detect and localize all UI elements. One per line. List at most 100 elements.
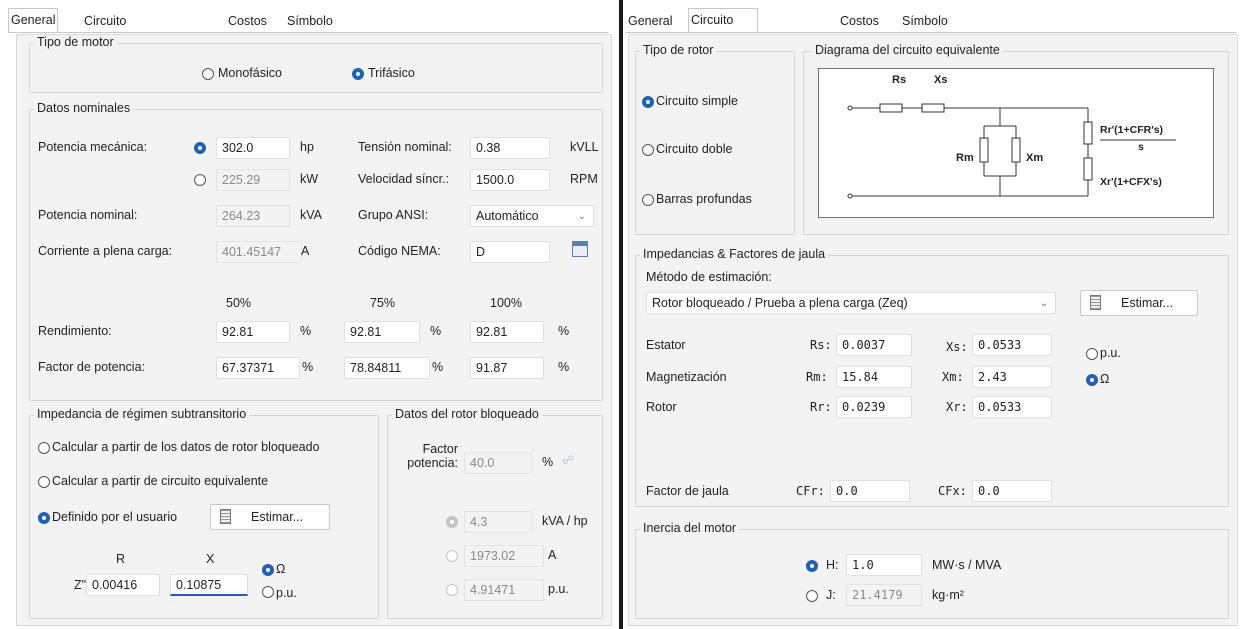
xs-symbol: Xs [934, 74, 948, 86]
calc-locked-rotor-radio[interactable] [38, 442, 50, 454]
rm-label: Rm: [806, 370, 828, 384]
xr-symbol: Xr'(1+CFX's) [1100, 176, 1162, 188]
efficiency-50-unit: % [300, 324, 312, 338]
rs-symbol: Rs [892, 74, 907, 86]
xm-input[interactable]: 2.43 [972, 366, 1052, 388]
hp-unit: hp [300, 140, 314, 154]
inertia-h-input[interactable]: 1.0 [846, 554, 922, 576]
subtransient-group: Impedancia de régimen subtransitorio Cal… [29, 407, 379, 619]
cfx-input[interactable]: 0.0 [972, 480, 1052, 502]
z-x-input[interactable]: 0.10875 [170, 574, 248, 596]
left-tab-underline [8, 32, 608, 33]
efficiency-100-input[interactable]: 92.81 [470, 321, 544, 343]
locked-rotor-kva-hp-radio[interactable] [446, 516, 458, 528]
single-phase-radio[interactable] [202, 68, 214, 80]
z-pu-label: p.u. [276, 586, 297, 600]
calculator-icon [1090, 295, 1101, 310]
double-circuit-radio[interactable] [642, 144, 654, 156]
right-tab-symbol[interactable]: Símbolo [900, 11, 950, 31]
impedances-estimate-button[interactable]: Estimar... [1080, 290, 1198, 316]
chevron-down-icon: ⌄ [1039, 298, 1048, 309]
locked-rotor-amps-unit: A [548, 548, 557, 562]
inertia-j-label: J: [826, 588, 836, 602]
z-ohm-label: Ω [276, 562, 286, 576]
full-load-current-unit: A [301, 244, 310, 258]
three-phase-radio[interactable] [352, 68, 364, 80]
xr-input[interactable]: 0.0533 [972, 396, 1052, 418]
subtransient-estimate-label: Estimar... [251, 510, 304, 524]
user-defined-label: Definido por el usuario [52, 510, 178, 524]
xs-input[interactable]: 0.0533 [972, 334, 1052, 356]
rs-input[interactable]: 0.0037 [836, 334, 912, 356]
inertia-h-radio[interactable] [806, 560, 818, 572]
impedances-title: Impedancias & Factores de jaula [640, 247, 829, 261]
left-tab-costs[interactable]: Costos [226, 11, 269, 31]
efficiency-50-input[interactable]: 92.81 [216, 321, 290, 343]
power-factor-100-input[interactable]: 91.87 [470, 357, 544, 379]
calc-equiv-circuit-label: Calcular a partir de circuito equivalent… [52, 474, 269, 488]
ansi-group-select[interactable]: Automático ⌄ [470, 205, 594, 227]
load-75-header: 75% [370, 296, 396, 310]
impedances-group: Impedancias & Factores de jaula Método d… [635, 247, 1229, 507]
lock-icon[interactable]: ☍ [562, 453, 574, 467]
impedance-ohm-radio[interactable] [1086, 374, 1098, 386]
locked-rotor-pu-input: 4.91471 [464, 579, 544, 601]
left-tab-general[interactable]: General [8, 8, 59, 33]
rm-input[interactable]: 15.84 [836, 366, 912, 388]
estimation-method-select[interactable]: Rotor bloqueado / Prueba a plena carga (… [646, 292, 1056, 314]
impedance-pu-radio[interactable] [1086, 348, 1098, 360]
estimation-method-label: Método de estimación: [646, 270, 772, 284]
power-factor-50-input[interactable]: 67.37371 [216, 357, 300, 379]
left-tab-equivalent-circuit[interactable]: Circuito equivalente [82, 11, 150, 48]
subtransient-title: Impedancia de régimen subtransitorio [34, 407, 250, 421]
power-factor-75-unit: % [432, 360, 444, 374]
calendar-icon[interactable] [572, 241, 588, 257]
mech-power-kw-radio[interactable] [194, 174, 206, 186]
efficiency-75-input[interactable]: 92.81 [344, 321, 420, 343]
rr-input[interactable]: 0.0239 [836, 396, 912, 418]
mech-power-hp-input[interactable]: 302.0 [216, 137, 290, 159]
left-content-panel: Tipo de motor Monofásico Trifásico Datos… [16, 34, 612, 626]
simple-circuit-radio[interactable] [642, 96, 654, 108]
inertia-j-input: 21.4179 [846, 584, 922, 606]
inertia-h-unit: MW·s / MVA [932, 558, 1002, 572]
calc-locked-rotor-label: Calcular a partir de los datos de rotor … [52, 440, 320, 454]
left-tab-symbol[interactable]: Símbolo [285, 11, 335, 31]
double-circuit-label: Circuito doble [656, 142, 733, 156]
right-tab-general[interactable]: General [626, 11, 674, 31]
inertia-title: Inercia del motor [640, 521, 740, 535]
right-tab-equivalent-circuit[interactable]: Circuito equivalente [688, 8, 758, 49]
inertia-j-radio[interactable] [806, 590, 818, 602]
rr-symbol: Rr'(1+CFR's) [1100, 124, 1164, 136]
power-factor-75-input[interactable]: 78.84811 [344, 357, 430, 379]
cfr-input[interactable]: 0.0 [830, 480, 910, 502]
locked-rotor-amps-input: 1973.02 [464, 545, 544, 567]
voltage-input[interactable]: 0.38 [470, 137, 550, 159]
load-50-header: 50% [226, 296, 252, 310]
locked-rotor-kva-hp-input: 4.3 [464, 511, 532, 533]
impedance-pu-label: p.u. [1100, 346, 1121, 360]
locked-rotor-pu-radio[interactable] [446, 584, 458, 596]
z-r-input[interactable]: 0.00416 [86, 574, 160, 596]
user-defined-radio[interactable] [38, 512, 50, 524]
locked-rotor-amps-radio[interactable] [446, 550, 458, 562]
kw-unit: kW [300, 172, 319, 186]
deep-bars-label: Barras profundas [656, 192, 752, 206]
equivalent-circuit-group: Diagrama del circuito equivalente Rs Xs … [803, 43, 1229, 235]
right-tab-costs[interactable]: Costos [838, 11, 881, 31]
rotor-type-group: Tipo de rotor Circuito simple Circuito d… [635, 43, 795, 235]
cfr-label: CFr: [796, 484, 825, 498]
mech-power-hp-radio[interactable] [194, 142, 206, 154]
calc-equiv-circuit-radio[interactable] [38, 476, 50, 488]
efficiency-100-unit: % [558, 324, 570, 338]
efficiency-label: Rendimiento: [38, 324, 112, 338]
equivalent-circuit-diagram [818, 68, 1214, 218]
nema-code-input[interactable]: D [470, 241, 550, 263]
subtransient-estimate-button[interactable]: Estimar... [210, 504, 330, 530]
nominal-power-unit: kVA [300, 208, 322, 222]
z-pu-radio[interactable] [262, 586, 274, 598]
deep-bars-radio[interactable] [642, 194, 654, 206]
z-ohm-radio[interactable] [262, 564, 274, 576]
sync-speed-input[interactable]: 1500.0 [470, 169, 550, 191]
xr-label: Xr: [946, 400, 968, 414]
